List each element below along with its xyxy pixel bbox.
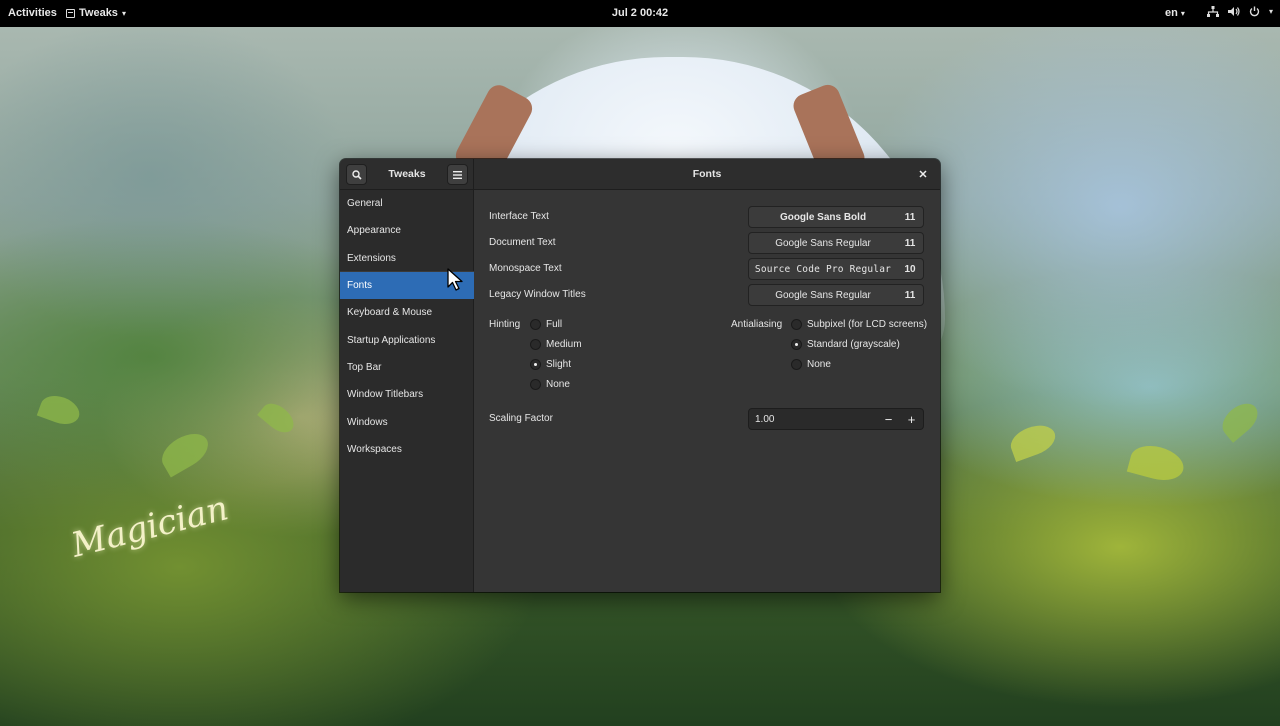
- radio-indicator: [791, 359, 802, 370]
- sidebar-item-top-bar[interactable]: Top Bar: [340, 354, 474, 381]
- document-text-font-button[interactable]: Google Sans Regular 11: [748, 232, 924, 254]
- interface-font-size: 11: [904, 211, 916, 223]
- sidebar-item-keyboard-mouse[interactable]: Keyboard & Mouse: [340, 299, 474, 326]
- wallpaper-leaf: [155, 426, 215, 478]
- radio-indicator-selected: [791, 339, 802, 350]
- caret-down-icon: ▾: [1180, 8, 1185, 18]
- page-title: Fonts: [692, 168, 722, 180]
- hinting-option-label: None: [546, 379, 570, 390]
- interface-font-name: Google Sans Bold: [779, 211, 867, 223]
- app-title: Tweaks: [388, 168, 426, 180]
- hinting-option-label: Medium: [546, 339, 582, 350]
- search-icon: [351, 169, 362, 180]
- mouse-pointer-icon: [447, 268, 463, 291]
- hinting-option-label: Slight: [546, 359, 572, 370]
- document-text-label: Document Text: [489, 237, 556, 248]
- volume-icon: [1228, 7, 1240, 16]
- hinting-option-full[interactable]: Full: [530, 319, 562, 330]
- antialiasing-option-none[interactable]: None: [791, 359, 831, 370]
- radio-indicator-selected: [530, 359, 541, 370]
- close-button[interactable]: [914, 165, 932, 183]
- antialiasing-option-label: None: [807, 359, 831, 370]
- sidebar-item-appearance[interactable]: Appearance: [340, 217, 474, 244]
- scaling-increase-button[interactable]: +: [900, 412, 923, 427]
- search-button[interactable]: [346, 164, 367, 185]
- hinting-option-label: Full: [546, 319, 563, 330]
- antialiasing-option-label: Standard (grayscale): [807, 339, 900, 350]
- caret-down-icon: ▾: [121, 8, 126, 18]
- wallpaper-leaf: [36, 390, 84, 430]
- top-bar: Activities Tweaks ▾ Jul 2 00:42 en ▾ ▾: [0, 0, 1280, 27]
- power-icon: [1249, 6, 1260, 17]
- header-bar: Tweaks Fonts: [340, 159, 940, 190]
- language-label: en: [1165, 7, 1178, 19]
- fonts-panel: Interface Text Google Sans Bold 11 Docum…: [475, 190, 940, 592]
- sidebar-item-windows[interactable]: Windows: [340, 409, 474, 436]
- radio-indicator: [530, 379, 541, 390]
- legacy-window-titles-font-button[interactable]: Google Sans Regular 11: [748, 284, 924, 306]
- antialiasing-option-label: Subpixel (for LCD screens): [807, 319, 928, 330]
- antialiasing-option-standard[interactable]: Standard (grayscale): [791, 339, 900, 350]
- legacy-font-size: 11: [904, 289, 916, 301]
- tweaks-app-icon: [66, 8, 75, 18]
- radio-indicator: [791, 319, 802, 330]
- system-status-menu[interactable]: ▾: [1207, 6, 1273, 17]
- document-font-size: 11: [904, 237, 916, 249]
- close-icon: [919, 170, 927, 178]
- sidebar-item-startup-applications[interactable]: Startup Applications: [340, 327, 474, 354]
- radio-indicator: [530, 319, 541, 330]
- wallpaper-leaf: [1006, 419, 1060, 463]
- interface-text-font-button[interactable]: Google Sans Bold 11: [748, 206, 924, 228]
- scaling-decrease-button[interactable]: −: [877, 412, 900, 427]
- scaling-factor-spinbutton: 1.00 − +: [748, 408, 924, 430]
- hinting-label: Hinting: [489, 319, 521, 330]
- sidebar-item-window-titlebars[interactable]: Window Titlebars: [340, 381, 474, 408]
- wallpaper-signature: Magician: [67, 488, 233, 566]
- hamburger-menu-icon: [453, 170, 462, 179]
- legacy-font-name: Google Sans Regular: [775, 289, 871, 301]
- antialiasing-label: Antialiasing: [731, 319, 783, 330]
- scaling-factor-label: Scaling Factor: [489, 413, 553, 424]
- scaling-factor-value[interactable]: 1.00: [749, 414, 877, 425]
- document-font-name: Google Sans Regular: [775, 237, 871, 249]
- wallpaper-leaf: [1216, 397, 1264, 443]
- clock[interactable]: Jul 2 00:42: [612, 7, 668, 19]
- app-menu[interactable]: Tweaks ▾: [66, 7, 126, 19]
- hinting-option-medium[interactable]: Medium: [530, 339, 582, 350]
- wallpaper-leaf: [1126, 440, 1188, 486]
- hinting-option-slight[interactable]: Slight: [530, 359, 571, 370]
- app-menu-label: Tweaks: [79, 7, 118, 19]
- monospace-font-name: Source Code Pro Regular: [754, 263, 892, 275]
- sidebar: General Appearance Extensions Fonts Keyb…: [340, 190, 474, 592]
- hinting-option-none[interactable]: None: [530, 379, 570, 390]
- network-icon: [1207, 6, 1219, 17]
- sidebar-item-workspaces[interactable]: Workspaces: [340, 436, 474, 463]
- antialiasing-option-subpixel[interactable]: Subpixel (for LCD screens): [791, 319, 927, 330]
- wallpaper-leaf: [257, 398, 299, 438]
- caret-down-icon: ▾: [1269, 7, 1274, 16]
- sidebar-item-general[interactable]: General: [340, 190, 474, 217]
- legacy-window-titles-label: Legacy Window Titles: [489, 289, 586, 300]
- activities-button[interactable]: Activities: [8, 7, 57, 19]
- header-bar-sidebar-section: Tweaks: [340, 159, 474, 190]
- monospace-text-font-button[interactable]: Source Code Pro Regular 10: [748, 258, 924, 280]
- monospace-font-size: 10: [904, 263, 916, 275]
- radio-indicator: [530, 339, 541, 350]
- menu-button[interactable]: [447, 164, 468, 185]
- language-indicator[interactable]: en ▾: [1165, 7, 1185, 19]
- monospace-text-label: Monospace Text: [489, 263, 562, 274]
- interface-text-label: Interface Text: [489, 211, 549, 222]
- clock-container: Jul 2 00:42: [0, 7, 1280, 19]
- tweaks-window: Tweaks Fonts General Appearance Extensio…: [340, 159, 940, 592]
